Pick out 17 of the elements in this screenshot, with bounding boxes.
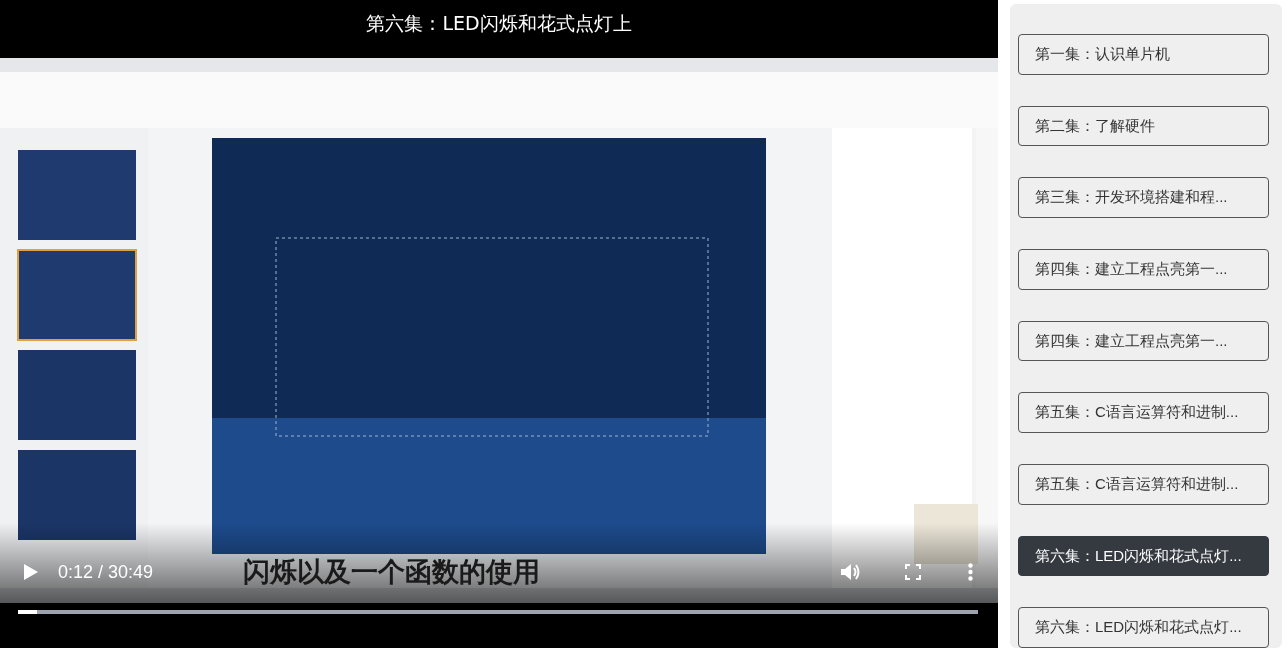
episode-button[interactable]: 第四集：建立工程点亮第一... [1018,320,1269,362]
more-icon [967,563,973,581]
episode-button[interactable]: 第二集：了解硬件 [1018,105,1269,147]
episode-button[interactable]: 第六集：LED闪烁和花式点灯... [1018,535,1269,577]
episode-button[interactable]: 第五集：C语言运算符和进制... [1018,392,1269,434]
video-title: 第六集：LED闪烁和花式点灯上 [366,10,632,36]
episode-button[interactable]: 第四集：建立工程点亮第一... [1018,249,1269,290]
time-display: 0:12 / 30:49 [58,560,154,584]
volume-icon [840,562,862,582]
episode-button[interactable]: 第三集：开发环境搭建和程... [1018,177,1269,218]
episode-button[interactable]: 第一集：认识单片机 [1018,34,1269,75]
progress-track[interactable] [18,610,978,614]
episode-button[interactable]: 第六集：LED闪烁和花式点灯... [1018,607,1269,648]
play-icon [23,563,39,581]
fullscreen-icon [905,564,921,580]
episode-button[interactable]: 第五集：C语言运算符和进制... [1018,464,1269,505]
subtitle: 闪烁以及一个函数的使用 [243,554,541,589]
